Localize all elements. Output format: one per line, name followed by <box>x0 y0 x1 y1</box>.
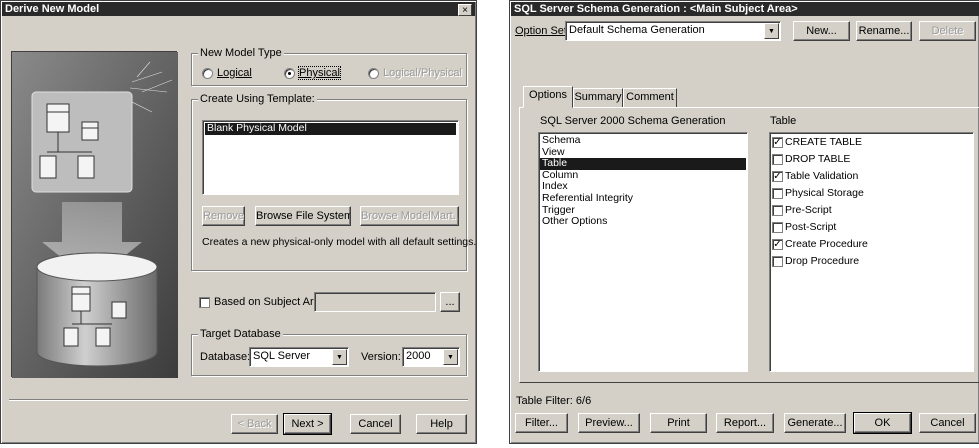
category-item-schema[interactable]: Schema <box>540 134 746 147</box>
model-type-group: New Model Type Logical Physical Logical/… <box>191 47 467 86</box>
option-set-label: Option Set: <box>515 25 571 37</box>
drop-table-label: DROP TABLE <box>785 153 851 165</box>
version-select[interactable]: 2000 ▼ <box>402 347 460 367</box>
generate-button[interactable]: Generate... <box>784 413 846 433</box>
derive-footer-separator <box>9 399 468 401</box>
derive-new-model-dialog: Derive New Model × New Model Type Logica… <box>0 0 477 444</box>
option-drop-procedure[interactable]: Drop Procedure <box>771 253 972 270</box>
create-procedure-checkbox[interactable]: ✓ <box>772 239 783 250</box>
database-chevron-down-icon[interactable]: ▼ <box>332 349 347 365</box>
database-model-illustration-icon <box>12 52 178 378</box>
schema-title-bar[interactable]: SQL Server Schema Generation : <Main Sub… <box>511 2 979 16</box>
derive-title-bar[interactable]: Derive New Model <box>2 2 475 16</box>
help-button[interactable]: Help <box>416 414 467 434</box>
physical-radio[interactable] <box>284 68 295 79</box>
option-drop-table[interactable]: DROP TABLE <box>771 151 972 168</box>
tab-comment[interactable]: Comment <box>623 88 677 107</box>
right-heading: Table <box>770 115 797 127</box>
template-legend: Create Using Template: <box>198 93 317 105</box>
create-table-label: CREATE TABLE <box>785 136 863 148</box>
create-table-checkbox[interactable]: ✓ <box>772 137 783 148</box>
table-options-list: ✓ CREATE TABLE DROP TABLE ✓ Table Validati… <box>769 132 974 372</box>
category-item-referential-integrity[interactable]: Referential Integrity <box>540 192 746 205</box>
category-item-column[interactable]: Column <box>540 169 746 182</box>
option-set-select[interactable]: Default Schema Generation ▼ <box>565 21 781 41</box>
category-item-view[interactable]: View <box>540 146 746 159</box>
schema-cancel-button[interactable]: Cancel <box>919 413 976 433</box>
options-tab-panel: SQL Server 2000 Schema Generation Schema… <box>519 107 979 383</box>
filter-button[interactable]: Filter... <box>515 413 568 433</box>
database-model-illustration <box>11 51 178 378</box>
browse-file-system-button[interactable]: Browse File System... <box>255 206 351 226</box>
option-create-procedure[interactable]: ✓ Create Procedure <box>771 236 972 253</box>
target-database-legend: Target Database <box>198 328 283 340</box>
target-database-group: Target Database Database: SQL Server ▼ V… <box>191 328 467 376</box>
template-description: Creates a new physical-only model with a… <box>202 236 477 248</box>
logical-physical-radio-label[interactable]: Logical/Physical <box>383 67 462 79</box>
logical-radio[interactable] <box>202 68 213 79</box>
schema-generation-dialog: SQL Server Schema Generation : <Main Sub… <box>509 0 979 444</box>
subject-areas-field <box>314 292 436 312</box>
drop-procedure-label: Drop Procedure <box>785 255 860 267</box>
schema-title: SQL Server Schema Generation : <Main Sub… <box>514 3 798 15</box>
database-select-value: SQL Server <box>253 350 311 362</box>
print-button[interactable]: Print <box>650 413 707 433</box>
physical-radio-label[interactable]: Physical <box>298 66 341 80</box>
subject-areas-checkbox[interactable] <box>199 297 210 308</box>
category-item-other-options[interactable]: Other Options <box>540 216 746 228</box>
logical-radio-label[interactable]: Logical <box>217 67 252 79</box>
back-button[interactable]: < Back <box>231 414 278 434</box>
new-option-set-button[interactable]: New... <box>793 21 850 41</box>
left-heading: SQL Server 2000 Schema Generation <box>540 115 726 127</box>
drop-procedure-checkbox[interactable] <box>772 256 783 267</box>
table-validation-label: Table Validation <box>785 170 859 182</box>
option-set-chevron-down-icon[interactable]: ▼ <box>764 23 779 39</box>
option-set-value: Default Schema Generation <box>569 24 705 36</box>
category-list[interactable]: Schema View Table Column Index Referenti… <box>538 132 748 372</box>
pre-script-checkbox[interactable] <box>772 205 783 216</box>
ok-button[interactable]: OK <box>853 412 912 434</box>
database-label: Database: <box>200 351 251 363</box>
option-physical-storage[interactable]: Physical Storage <box>771 185 972 202</box>
template-list-item[interactable]: Blank Physical Model <box>205 122 456 135</box>
subject-areas-ellipsis-button[interactable]: ... <box>440 292 460 312</box>
post-script-label: Post-Script <box>785 221 837 233</box>
model-type-legend: New Model Type <box>198 47 284 59</box>
version-select-value: 2000 <box>406 350 431 362</box>
drop-table-checkbox[interactable] <box>772 154 783 165</box>
create-procedure-label: Create Procedure <box>785 238 868 250</box>
report-button[interactable]: Report... <box>716 413 774 433</box>
option-pre-script[interactable]: Pre-Script <box>771 202 972 219</box>
table-filter-status: Table Filter: 6/6 <box>516 395 592 407</box>
rename-option-set-button[interactable]: Rename... <box>856 21 912 41</box>
version-label: Version: <box>361 351 401 363</box>
remove-button[interactable]: Remove <box>202 206 245 226</box>
option-create-table[interactable]: ✓ CREATE TABLE <box>771 134 972 151</box>
option-table-validation[interactable]: ✓ Table Validation <box>771 168 972 185</box>
physical-storage-label: Physical Storage <box>785 187 864 199</box>
template-group: Create Using Template: Blank Physical Mo… <box>191 93 476 271</box>
browse-modelmart-button[interactable]: Browse ModelMart... <box>360 206 459 226</box>
template-list[interactable]: Blank Physical Model <box>202 120 459 195</box>
post-script-checkbox[interactable] <box>772 222 783 233</box>
option-post-script[interactable]: Post-Script <box>771 219 972 236</box>
derive-close-icon[interactable]: × <box>458 4 472 16</box>
version-chevron-down-icon[interactable]: ▼ <box>443 349 458 365</box>
preview-button[interactable]: Preview... <box>578 413 640 433</box>
tab-summary[interactable]: Summary <box>573 88 623 107</box>
database-select[interactable]: SQL Server ▼ <box>249 347 349 367</box>
next-button[interactable]: Next > <box>283 413 332 435</box>
table-validation-checkbox[interactable]: ✓ <box>772 171 783 182</box>
logical-physical-radio[interactable] <box>368 68 379 79</box>
derive-cancel-button[interactable]: Cancel <box>350 414 401 434</box>
tab-options[interactable]: Options <box>523 86 573 108</box>
pre-script-label: Pre-Script <box>785 204 832 216</box>
delete-option-set-button[interactable]: Delete <box>919 21 976 41</box>
derive-title: Derive New Model <box>5 3 100 15</box>
physical-storage-checkbox[interactable] <box>772 188 783 199</box>
